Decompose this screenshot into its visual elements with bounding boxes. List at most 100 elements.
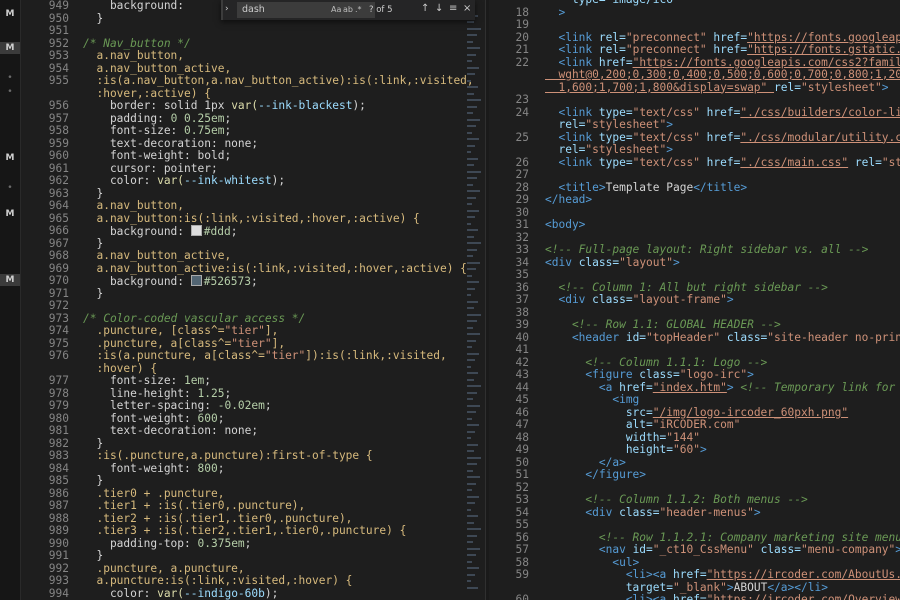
color-swatch[interactable] <box>190 275 202 286</box>
code-token: ); <box>352 99 366 112</box>
code-line[interactable]: <div class="header-menus"> <box>545 505 760 520</box>
minimap-line <box>467 391 477 394</box>
code-token: "./css/modular/utility.css" <box>740 130 900 144</box>
code-line[interactable]: a.nav_button:is(:link,:visited,:hover,:a… <box>83 212 419 226</box>
left-editor-pane[interactable]: 949 950 951 952 953 954 955 956 957 958 959 960 961 9… <box>21 0 485 600</box>
match-case-icon[interactable]: Aa <box>331 5 341 14</box>
code-line[interactable]: <div class="layout"> <box>545 255 680 270</box>
code-line[interactable]: color: var(--ink-whitest); <box>83 174 285 188</box>
toggle-replace-chevron-icon[interactable]: › <box>225 4 235 16</box>
line-number: 33 <box>515 243 529 256</box>
line-number: 994 <box>48 586 69 600</box>
code-line[interactable]: background: #ddd; <box>83 225 237 239</box>
code-line[interactable]: <link type="text/css" href="./css/main.c… <box>545 155 900 170</box>
code-token: href= <box>713 30 748 44</box>
minimap-line <box>467 183 473 186</box>
minimap-line <box>467 573 475 576</box>
minimap-line <box>467 261 480 264</box>
code-line[interactable]: text-decoration: none; <box>83 424 258 438</box>
code-line[interactable]: padding-top: 0.375em; <box>83 536 251 551</box>
code-line[interactable]: a.nav_button_active:is(:link,:visited,:h… <box>83 262 466 276</box>
code-line[interactable]: <header id="topHeader" class="site-heade… <box>545 331 900 345</box>
line-number: 949 <box>48 0 69 12</box>
right-editor-pane[interactable]: 18 19 20 21 22 23 24 25 26 27 28 29 30 31 32 33 34 35 36 37… <box>489 0 900 600</box>
code-token: height= <box>545 443 673 456</box>
code-area[interactable]: type="image/ico" > <link rel="preconnect… <box>545 0 900 600</box>
code-token: } <box>83 186 104 200</box>
close-icon[interactable]: × <box>463 3 471 14</box>
line-number: 983 <box>48 449 69 462</box>
modified-file-marker-icon[interactable]: M <box>0 42 20 54</box>
minimap-line <box>467 313 481 316</box>
code-token: #526573 <box>203 275 251 288</box>
code-token: "https://fonts.googleapis. <box>747 30 900 44</box>
modified-file-marker-icon[interactable]: M <box>0 152 20 164</box>
code-token: ; <box>224 386 232 400</box>
minimap-line <box>467 255 473 257</box>
modified-file-marker-icon[interactable]: M <box>0 208 20 220</box>
color-swatch[interactable] <box>190 225 202 236</box>
code-token: </a> <box>545 455 626 469</box>
code-line[interactable]: 1,600;1,700;1,800&display=swap" rel="sty… <box>545 80 888 95</box>
code-line[interactable]: } <box>83 11 104 26</box>
find-in-selection-icon[interactable]: ≡ <box>449 3 457 14</box>
code-token: 0.375em <box>197 536 245 550</box>
minimap[interactable] <box>465 0 481 600</box>
minimap-line <box>467 450 474 452</box>
code-token: .puncture, a.puncture, <box>83 561 245 575</box>
code-token: <img <box>545 393 640 406</box>
code-token: } <box>83 11 104 25</box>
line-number: 991 <box>48 549 69 562</box>
code-token: <!-- Row 1.1: GLOBAL HEADER --> <box>545 318 781 331</box>
code-token: "text/css" <box>632 130 707 144</box>
line-number: 21 <box>515 43 529 56</box>
code-line[interactable]: > <box>545 6 565 20</box>
code-line[interactable]: <li><a href="https://ircoder.com/Overvie… <box>545 593 900 600</box>
use-regex-icon[interactable]: .* <box>355 5 362 14</box>
code-token: <div <box>545 293 593 306</box>
code-area[interactable]: background: } /* Nav_button */ a.nav_butt… <box>83 0 474 600</box>
modified-file-marker-icon[interactable]: M <box>0 8 20 20</box>
code-token: type= <box>598 130 633 144</box>
code-token: 1em <box>184 374 205 387</box>
modified-file-marker-icon[interactable]: M <box>0 274 20 286</box>
code-token: var( <box>157 586 185 600</box>
code-token: a.nav_button, <box>83 199 185 212</box>
code-token: <a <box>545 380 620 394</box>
code-line[interactable]: </head> <box>545 193 592 207</box>
code-token: target= <box>545 580 673 594</box>
code-token: "tier" <box>231 336 272 350</box>
code-line[interactable]: color: var(--indigo-60b); <box>83 586 278 600</box>
code-token: var( <box>231 99 259 112</box>
match-whole-word-icon[interactable]: ab <box>343 5 353 14</box>
minimap-line <box>467 248 477 251</box>
code-line[interactable]: } <box>83 287 103 301</box>
line-number: 962 <box>48 174 69 187</box>
code-token: > <box>673 255 680 269</box>
dot-icon[interactable]: • <box>0 86 20 98</box>
code-line[interactable]: </figure> <box>545 468 646 482</box>
line-number: 47 <box>515 418 529 431</box>
code-token: a.nav_button_active, <box>83 61 232 75</box>
dot-icon[interactable]: • <box>0 182 20 194</box>
minimap-line <box>467 164 474 166</box>
minimap-line <box>467 476 480 478</box>
line-number: 29 <box>515 193 529 206</box>
previous-match-icon[interactable]: ↑ <box>421 3 429 14</box>
dot-icon[interactable]: • <box>0 72 20 84</box>
code-token: font-size: <box>83 374 185 387</box>
line-number: 993 <box>48 574 69 587</box>
code-line[interactable]: font-weight: 800; <box>83 461 225 476</box>
code-line[interactable]: <div class="layout-frame"> <box>545 293 733 307</box>
code-token: "text/css" <box>632 155 707 169</box>
code-token: rel= <box>774 80 801 94</box>
code-token: } <box>83 474 104 487</box>
code-token: ; <box>217 461 225 475</box>
code-line[interactable]: background: #526573; <box>83 275 258 289</box>
code-line[interactable]: <body> <box>545 218 585 232</box>
code-token: href= <box>619 380 653 394</box>
line-number: 989 <box>48 524 69 537</box>
next-match-icon[interactable]: ↓ <box>435 3 443 14</box>
minimap-line <box>467 144 475 147</box>
code-token: "header-menus" <box>659 505 754 519</box>
